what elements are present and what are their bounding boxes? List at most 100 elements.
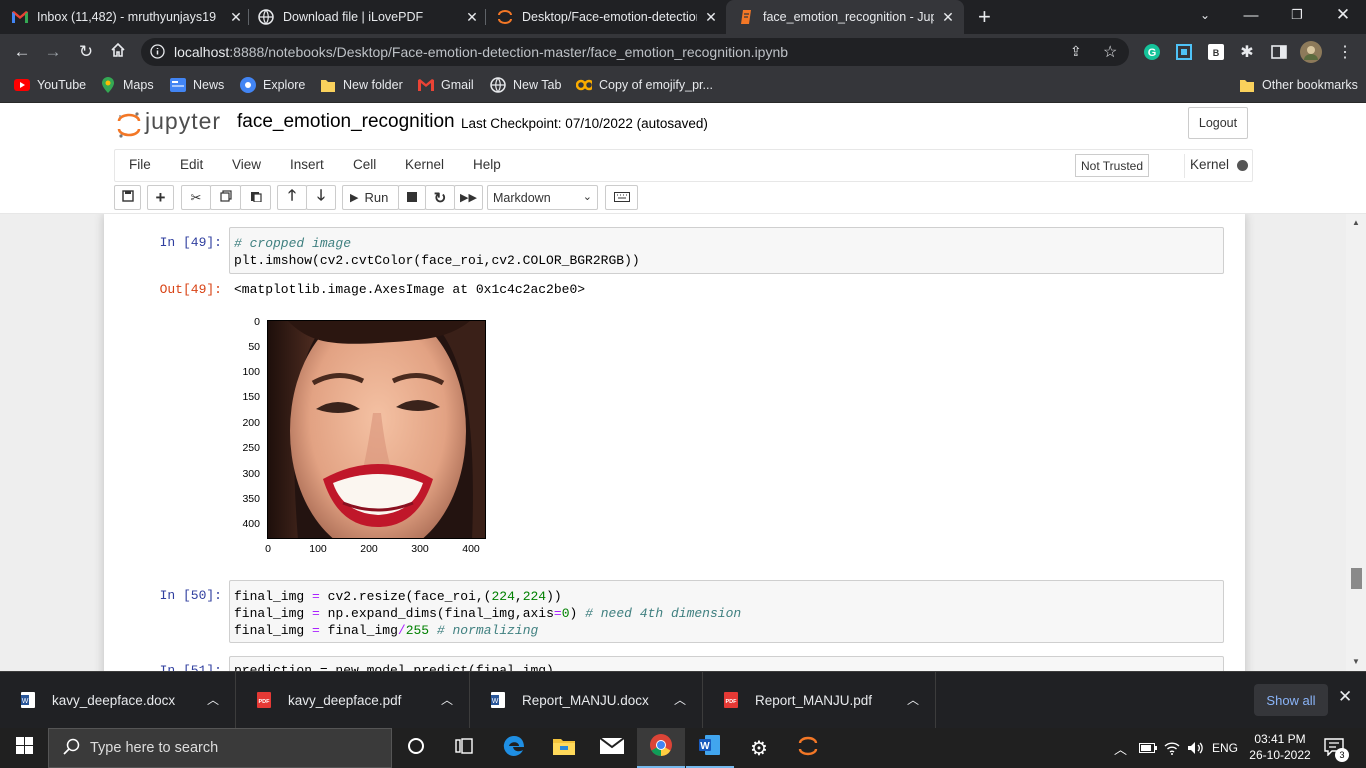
menu-view[interactable]: View	[232, 157, 261, 172]
insert-cell-button[interactable]: +	[147, 185, 174, 210]
interrupt-button[interactable]	[398, 185, 426, 210]
reload-button[interactable]: ↻	[74, 40, 98, 64]
menu-insert[interactable]: Insert	[290, 157, 324, 172]
page-scrollbar[interactable]: ▲ ▼	[1346, 214, 1366, 671]
bookmark-star-icon[interactable]: ☆	[1103, 42, 1117, 62]
code-cell-input[interactable]: # cropped image plt.imshow(cv2.cvtColor(…	[229, 227, 1224, 274]
bookmark-explore[interactable]: Explore	[240, 77, 305, 93]
tab-jupyter-tree[interactable]: Desktop/Face-emotion-detection ✕	[497, 0, 719, 34]
language-indicator[interactable]: ENG	[1212, 728, 1238, 768]
back-button[interactable]: ←	[10, 40, 34, 64]
restart-button[interactable]: ↻	[425, 185, 455, 210]
download-item[interactable]: W kavy_deepface.docx ︿	[0, 672, 236, 728]
code-comment: # need 4th dimension	[585, 606, 742, 621]
jupyter-logo-icon[interactable]	[117, 111, 141, 144]
jupyter-logo-text: jupyter	[145, 108, 222, 134]
bookmark-maps[interactable]: Maps	[100, 77, 154, 93]
extensions-puzzle-icon[interactable]: ✱	[1236, 41, 1258, 63]
tab-notebook-active[interactable]: face_emotion_recognition - Jupyter ✕	[726, 0, 964, 34]
taskbar-mail[interactable]	[588, 728, 636, 768]
move-up-button[interactable]: 🡑	[277, 185, 307, 210]
forward-button[interactable]: →	[41, 40, 65, 64]
bookmark-news[interactable]: News	[170, 77, 224, 93]
taskbar-jupyter[interactable]	[784, 728, 832, 768]
cortana-button[interactable]	[392, 728, 440, 768]
chevron-up-icon[interactable]: ︿	[441, 691, 453, 708]
move-down-button[interactable]: 🡓	[306, 185, 336, 210]
b-extension-icon[interactable]: B	[1205, 41, 1227, 63]
close-icon[interactable]: ✕	[228, 9, 244, 26]
info-icon[interactable]	[150, 44, 165, 64]
more-menu-icon[interactable]: ⋮	[1334, 41, 1356, 63]
show-hidden-icons[interactable]: ︿	[1114, 728, 1127, 768]
menu-file[interactable]: File	[129, 157, 151, 172]
download-item[interactable]: PDF Report_MANJU.pdf ︿	[703, 672, 936, 728]
task-view-button[interactable]	[440, 728, 488, 768]
volume-icon[interactable]	[1187, 728, 1205, 768]
show-all-button[interactable]: Show all	[1254, 684, 1328, 716]
close-icon[interactable]: ✕	[703, 9, 719, 26]
menu-kernel[interactable]: Kernel	[405, 157, 444, 172]
minimize-button[interactable]: —	[1228, 0, 1274, 30]
taskbar-word[interactable]: W	[686, 728, 734, 768]
screenshot-extension-icon[interactable]	[1173, 41, 1195, 63]
menu-cell[interactable]: Cell	[353, 157, 376, 172]
taskbar-edge[interactable]	[490, 728, 538, 768]
kernel-name[interactable]: Kernel	[1190, 157, 1229, 172]
copy-button[interactable]	[210, 185, 241, 210]
notebook-name[interactable]: face_emotion_recognition	[237, 111, 455, 133]
other-bookmarks[interactable]: Other bookmarks	[1239, 77, 1358, 93]
paste-button[interactable]	[240, 185, 271, 210]
scroll-down-icon[interactable]: ▼	[1352, 657, 1360, 666]
code-cell-input[interactable]: final_img = cv2.resize(face_roi,(224,224…	[229, 580, 1224, 643]
grammarly-extension-icon[interactable]: G	[1141, 41, 1163, 63]
clock[interactable]: 03:41 PM 26-10-2022	[1246, 731, 1314, 763]
menu-help[interactable]: Help	[473, 157, 501, 172]
home-button[interactable]	[106, 40, 130, 64]
close-icon[interactable]: ✕	[464, 9, 480, 26]
taskbar-chrome[interactable]	[637, 728, 685, 768]
cell-type-select[interactable]: Markdown ⌄	[487, 185, 598, 210]
taskbar-file-explorer[interactable]	[540, 728, 588, 768]
profile-avatar[interactable]	[1300, 41, 1322, 63]
close-window-button[interactable]: ✕	[1320, 0, 1366, 30]
menu-edit[interactable]: Edit	[180, 157, 203, 172]
cut-button[interactable]: ✂	[181, 185, 211, 210]
tab-ilovepdf[interactable]: Download file | iLovePDF ✕	[258, 0, 480, 34]
bookmark-colab[interactable]: Copy of emojify_pr...	[576, 77, 713, 93]
scroll-up-icon[interactable]: ▲	[1352, 218, 1360, 227]
bookmark-youtube[interactable]: YouTube	[14, 77, 86, 93]
chevron-up-icon[interactable]: ︿	[207, 691, 219, 708]
tab-gmail[interactable]: Inbox (11,482) - mruthyunjays19 ✕	[12, 0, 244, 34]
wifi-icon[interactable]	[1164, 728, 1180, 768]
download-item[interactable]: W Report_MANJU.docx ︿	[470, 672, 703, 728]
bookmark-gmail[interactable]: Gmail	[418, 77, 474, 93]
command-palette-button[interactable]	[605, 185, 638, 210]
side-panel-icon[interactable]	[1268, 41, 1290, 63]
colab-icon	[576, 77, 592, 93]
omnibox[interactable]: localhost:8888/notebooks/Desktop/Face-em…	[141, 38, 1129, 66]
bookmark-new-folder[interactable]: New folder	[320, 77, 403, 93]
battery-icon[interactable]	[1139, 728, 1157, 768]
download-item[interactable]: PDF kavy_deepface.pdf ︿	[236, 672, 470, 728]
restore-button[interactable]: ❐	[1274, 0, 1320, 30]
trust-indicator[interactable]: Not Trusted	[1075, 154, 1149, 177]
chevron-up-icon[interactable]: ︿	[674, 691, 686, 708]
save-button[interactable]	[114, 185, 141, 210]
taskbar-settings[interactable]: ⚙	[735, 728, 783, 768]
share-icon[interactable]: ⇪	[1070, 43, 1082, 60]
run-all-button[interactable]: ▶▶	[454, 185, 483, 210]
code-cell-input[interactable]: prediction = new_model.predict(final_img…	[229, 656, 1224, 671]
tab-search-button[interactable]: ⌄	[1182, 0, 1228, 30]
logout-button[interactable]: Logout	[1188, 107, 1248, 139]
run-button[interactable]: ▶ Run	[342, 185, 399, 210]
chevron-up-icon[interactable]: ︿	[907, 691, 919, 708]
start-button[interactable]	[0, 728, 48, 768]
close-downloads-icon[interactable]: ✕	[1338, 687, 1352, 707]
taskbar-search-box[interactable]: Type here to search	[48, 728, 392, 768]
bookmark-new-tab[interactable]: New Tab	[490, 77, 561, 93]
close-icon[interactable]: ✕	[940, 9, 956, 26]
scrollbar-thumb[interactable]	[1351, 568, 1362, 589]
notification-center-button[interactable]: 3	[1324, 728, 1349, 768]
new-tab-button[interactable]: +	[978, 0, 998, 34]
